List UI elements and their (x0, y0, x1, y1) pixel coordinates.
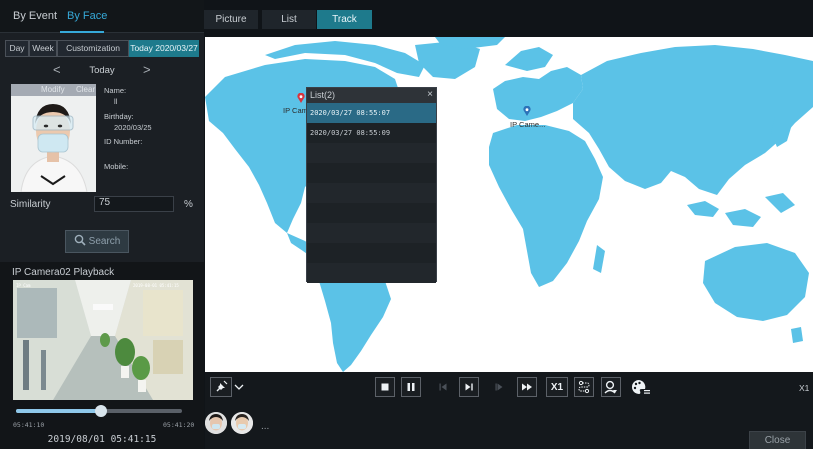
palette-icon (632, 380, 650, 394)
step-back-icon (439, 383, 447, 391)
pin-dropdown-button[interactable] (232, 377, 246, 397)
left-panel: By Event By Face Day Week Customization … (0, 0, 204, 449)
location-person-button[interactable] (601, 377, 621, 397)
chevron-down-icon (234, 384, 244, 390)
step-forward-icon (465, 383, 473, 391)
face-thumbnail-strip: ... Close (205, 404, 813, 449)
map-pin-ip-cam[interactable] (297, 92, 305, 103)
speed-button[interactable]: X1 (546, 377, 568, 397)
playback-start-time: 05:41:10 (13, 421, 45, 429)
list-item[interactable] (307, 183, 436, 203)
tab-picture[interactable]: Picture (204, 10, 258, 29)
svg-text:2019-08-01 05:41:15: 2019-08-01 05:41:15 (133, 283, 179, 288)
pause-icon (407, 383, 415, 391)
frame-forward-button[interactable] (489, 377, 509, 397)
list-item[interactable] (307, 143, 436, 163)
route-button[interactable] (574, 377, 594, 397)
tab-by-face[interactable]: By Face (67, 10, 107, 22)
face-photo: Modify Clear (11, 84, 96, 192)
name-value: ll (114, 97, 118, 106)
range-customization-button[interactable]: Customization (57, 40, 129, 57)
location-person-icon (604, 380, 617, 394)
color-palette-button[interactable] (629, 377, 653, 397)
search-button-label: Search (88, 236, 121, 247)
list-popup-titlebar: List(2) × (307, 88, 436, 103)
current-date-label: Today (89, 65, 115, 76)
speed-indicator: X1 (799, 383, 810, 393)
search-button[interactable]: Search (65, 230, 129, 253)
photo-toolbar: Modify Clear (11, 84, 96, 96)
playback-panel: IP Camera02 Playback IP Cam 2019-08-01 0… (0, 262, 204, 449)
svg-text:IP Cam: IP Cam (16, 283, 31, 288)
map-pin-label: IP Came... (510, 120, 546, 129)
playback-seek-bar[interactable] (16, 405, 182, 417)
id-number-label: ID Number: (104, 137, 143, 146)
seek-progress-fill (16, 409, 101, 413)
next-date-arrow[interactable]: > (143, 63, 151, 77)
face-thumbnail[interactable] (205, 412, 227, 434)
pin-tool-button[interactable] (210, 377, 232, 397)
name-label: Name: (104, 86, 127, 95)
track-controls: X1 X1 (205, 372, 813, 404)
view-tabs: Picture List Track (204, 10, 813, 29)
active-tab-indicator (60, 31, 104, 33)
face-thumbnail-image (231, 412, 253, 434)
stop-button[interactable] (375, 377, 395, 397)
fast-forward-icon (522, 383, 532, 391)
birthday-label: Birthday: (104, 112, 134, 121)
birthday-value: 2020/03/25 (114, 123, 152, 132)
list-item[interactable] (307, 163, 436, 183)
map-pin-label: IP Cam (283, 106, 308, 115)
frame-forward-icon (495, 383, 503, 391)
step-forward-button[interactable] (459, 377, 479, 397)
world-map (205, 37, 813, 372)
similarity-input[interactable]: 75 (94, 196, 174, 212)
list-popup-title: List(2) (310, 90, 336, 100)
playback-title: IP Camera02 Playback (12, 267, 115, 278)
range-week-button[interactable]: Week (29, 40, 57, 57)
tab-list[interactable]: List (262, 10, 316, 29)
list-item[interactable] (307, 263, 436, 283)
fast-forward-button[interactable] (517, 377, 537, 397)
close-icon[interactable]: × (427, 89, 433, 100)
step-back-button[interactable] (433, 377, 453, 397)
map-pin-ip-camera[interactable] (523, 105, 531, 116)
route-icon (578, 380, 590, 394)
mobile-label: Mobile: (104, 162, 129, 171)
tab-track[interactable]: Track (317, 10, 372, 29)
range-today-button[interactable]: Today 2020/03/27 (129, 40, 199, 57)
more-thumbnails-indicator: ... (261, 421, 270, 432)
similarity-row: Similarity 75 % (10, 196, 199, 212)
seek-handle[interactable] (94, 405, 107, 417)
list-item[interactable]: 2020/03/27 08:55:09 (307, 123, 436, 143)
playback-timestamp: 2019/08/01 05:41:15 (47, 434, 157, 445)
search-mode-tabs: By Event By Face (0, 0, 204, 33)
map-pin-icon (523, 105, 531, 116)
list-item[interactable] (307, 243, 436, 263)
similarity-unit: % (184, 199, 193, 210)
pause-button[interactable] (401, 377, 421, 397)
playback-video[interactable]: IP Cam 2019-08-01 05:41:15 (13, 280, 193, 400)
date-range-selector: Day Week Customization Today 2020/03/27 (5, 40, 199, 57)
clear-photo-button[interactable]: Clear (76, 85, 95, 94)
person-card: Modify Clear Name: ll Birthday: 2020/03/… (10, 84, 199, 192)
range-day-button[interactable]: Day (5, 40, 29, 57)
pin-edit-icon (216, 380, 228, 392)
stop-icon (381, 383, 389, 391)
date-navigator: < Today > (5, 63, 199, 79)
face-thumbnail-image (205, 412, 227, 434)
modify-photo-button[interactable]: Modify (41, 85, 65, 94)
list-item[interactable] (307, 203, 436, 223)
search-icon (74, 234, 86, 249)
face-thumbnail[interactable] (231, 412, 253, 434)
track-map[interactable]: IP Cam IP Came... (205, 37, 813, 372)
list-item[interactable] (307, 223, 436, 243)
close-button[interactable]: Close (749, 431, 806, 449)
list-popup: List(2) × 2020/03/27 08:55:07 2020/03/27 … (306, 87, 437, 283)
similarity-label: Similarity (10, 199, 51, 210)
map-pin-icon (297, 92, 305, 103)
tab-by-event[interactable]: By Event (13, 10, 57, 22)
playback-end-time: 05:41:20 (163, 421, 195, 429)
list-item[interactable]: 2020/03/27 08:55:07 (307, 103, 436, 123)
